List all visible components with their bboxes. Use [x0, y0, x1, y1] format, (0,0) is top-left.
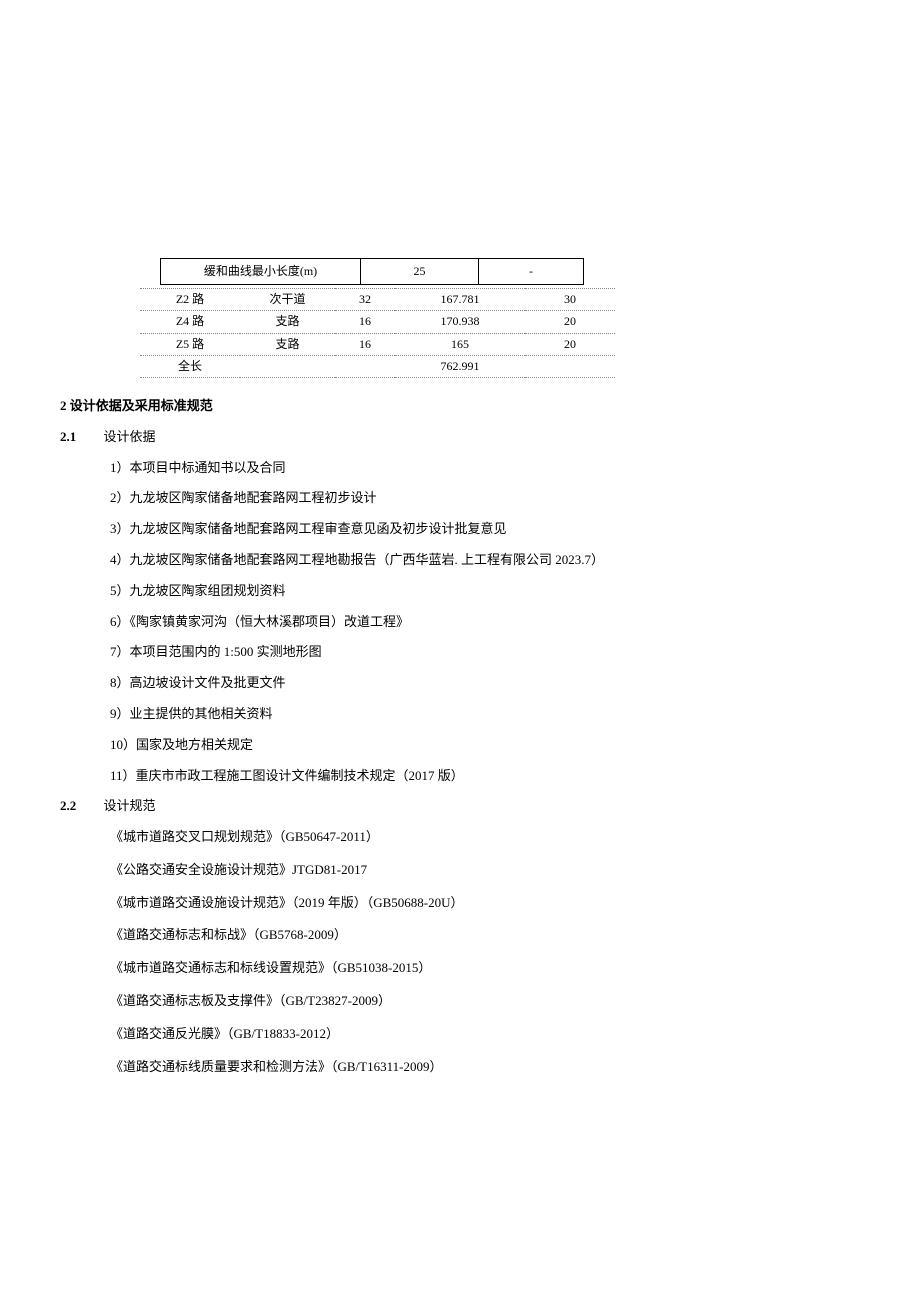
list-item: 《城市道路交通标志和标线设置规范》（GB51038-2015） [110, 958, 860, 979]
cell: 支路 [240, 311, 335, 333]
cell: 次干道 [240, 289, 335, 311]
section-heading-2: 2 设计依据及采用标准规范 [60, 396, 860, 417]
list-item: 1）本项目中标通知书以及合同 [110, 458, 860, 479]
list-item: 11）重庆市市政工程施工图设计文件编制技术规定（2017 版） [110, 766, 860, 787]
list-item: 3）九龙坡区陶家储备地配套路网工程审查意见函及初步设计批复意见 [110, 519, 860, 540]
list-item: 《道路交通标志和标战》（GB5768-2009） [110, 925, 860, 946]
list-item: 4）九龙坡区陶家储备地配套路网工程地勘报告（广西华蓝岩. 上工程有限公司 202… [110, 550, 860, 571]
cell: 170.938 [395, 311, 525, 333]
cell: Z2 路 [140, 289, 240, 311]
cell: Z5 路 [140, 333, 240, 355]
design-spec-list: 《城市道路交叉口规划规范》（GB50647-2011） 《公路交通安全设施设计规… [60, 827, 860, 1077]
cell: 167.781 [395, 289, 525, 311]
table-row: Z5 路 支路 16 165 20 [140, 333, 615, 355]
section-heading-2-2: 2.2 设计规范 [60, 796, 860, 817]
list-item: 《城市道路交叉口规划规范》（GB50647-2011） [110, 827, 860, 848]
cell: 32 [335, 289, 395, 311]
list-item: 《公路交通安全设施设计规范》JTGD81-2017 [110, 860, 860, 881]
list-item: 2）九龙坡区陶家储备地配套路网工程初步设计 [110, 488, 860, 509]
road-table: Z2 路 次干道 32 167.781 30 Z4 路 支路 16 170.93… [140, 288, 615, 378]
design-basis-list: 1）本项目中标通知书以及合同 2）九龙坡区陶家储备地配套路网工程初步设计 3）九… [60, 458, 860, 787]
cell: - [479, 259, 584, 285]
cell [240, 355, 335, 377]
list-item: 《道路交通标线质量要求和检测方法》（GB/T16311-2009） [110, 1057, 860, 1078]
list-item: 8）高边坡设计文件及批更文件 [110, 673, 860, 694]
cell [335, 355, 395, 377]
cell: Z4 路 [140, 311, 240, 333]
sub-number: 2.1 [60, 429, 76, 444]
sub-label: 设计依据 [104, 429, 156, 444]
cell: 25 [361, 259, 479, 285]
cell: 16 [335, 333, 395, 355]
list-item: 9）业主提供的其他相关资料 [110, 704, 860, 725]
table-row: 全长 762.991 [140, 355, 615, 377]
cell [525, 355, 615, 377]
list-item: 6）《陶家镇黄家河沟（恒大林溪郡项目）改道工程》 [110, 612, 860, 633]
cell: 20 [525, 333, 615, 355]
list-item: 《道路交通标志板及支撑件》（GB/T23827-2009） [110, 991, 860, 1012]
list-item: 《城市道路交通设施设计规范》（2019 年版）（GB50688-20U） [110, 893, 860, 914]
table-row: Z2 路 次干道 32 167.781 30 [140, 289, 615, 311]
cell: 16 [335, 311, 395, 333]
list-item: 5）九龙坡区陶家组团规划资料 [110, 581, 860, 602]
cell: 缓和曲线最小长度(m) [161, 259, 361, 285]
sub-label: 设计规范 [104, 798, 156, 813]
list-item: 7）本项目范围内的 1:500 实测地形图 [110, 642, 860, 663]
cell: 165 [395, 333, 525, 355]
cell: 30 [525, 289, 615, 311]
table-row: Z4 路 支路 16 170.938 20 [140, 311, 615, 333]
list-item: 《道路交通反光膜》（GB/T18833-2012） [110, 1024, 860, 1045]
cell: 762.991 [395, 355, 525, 377]
cell: 20 [525, 311, 615, 333]
cell: 支路 [240, 333, 335, 355]
param-table: 缓和曲线最小长度(m) 25 - [160, 258, 584, 285]
sub-number: 2.2 [60, 798, 76, 813]
section-heading-2-1: 2.1 设计依据 [60, 427, 860, 448]
list-item: 10）国家及地方相关规定 [110, 735, 860, 756]
table-row: 缓和曲线最小长度(m) 25 - [161, 259, 584, 285]
cell: 全长 [140, 355, 240, 377]
